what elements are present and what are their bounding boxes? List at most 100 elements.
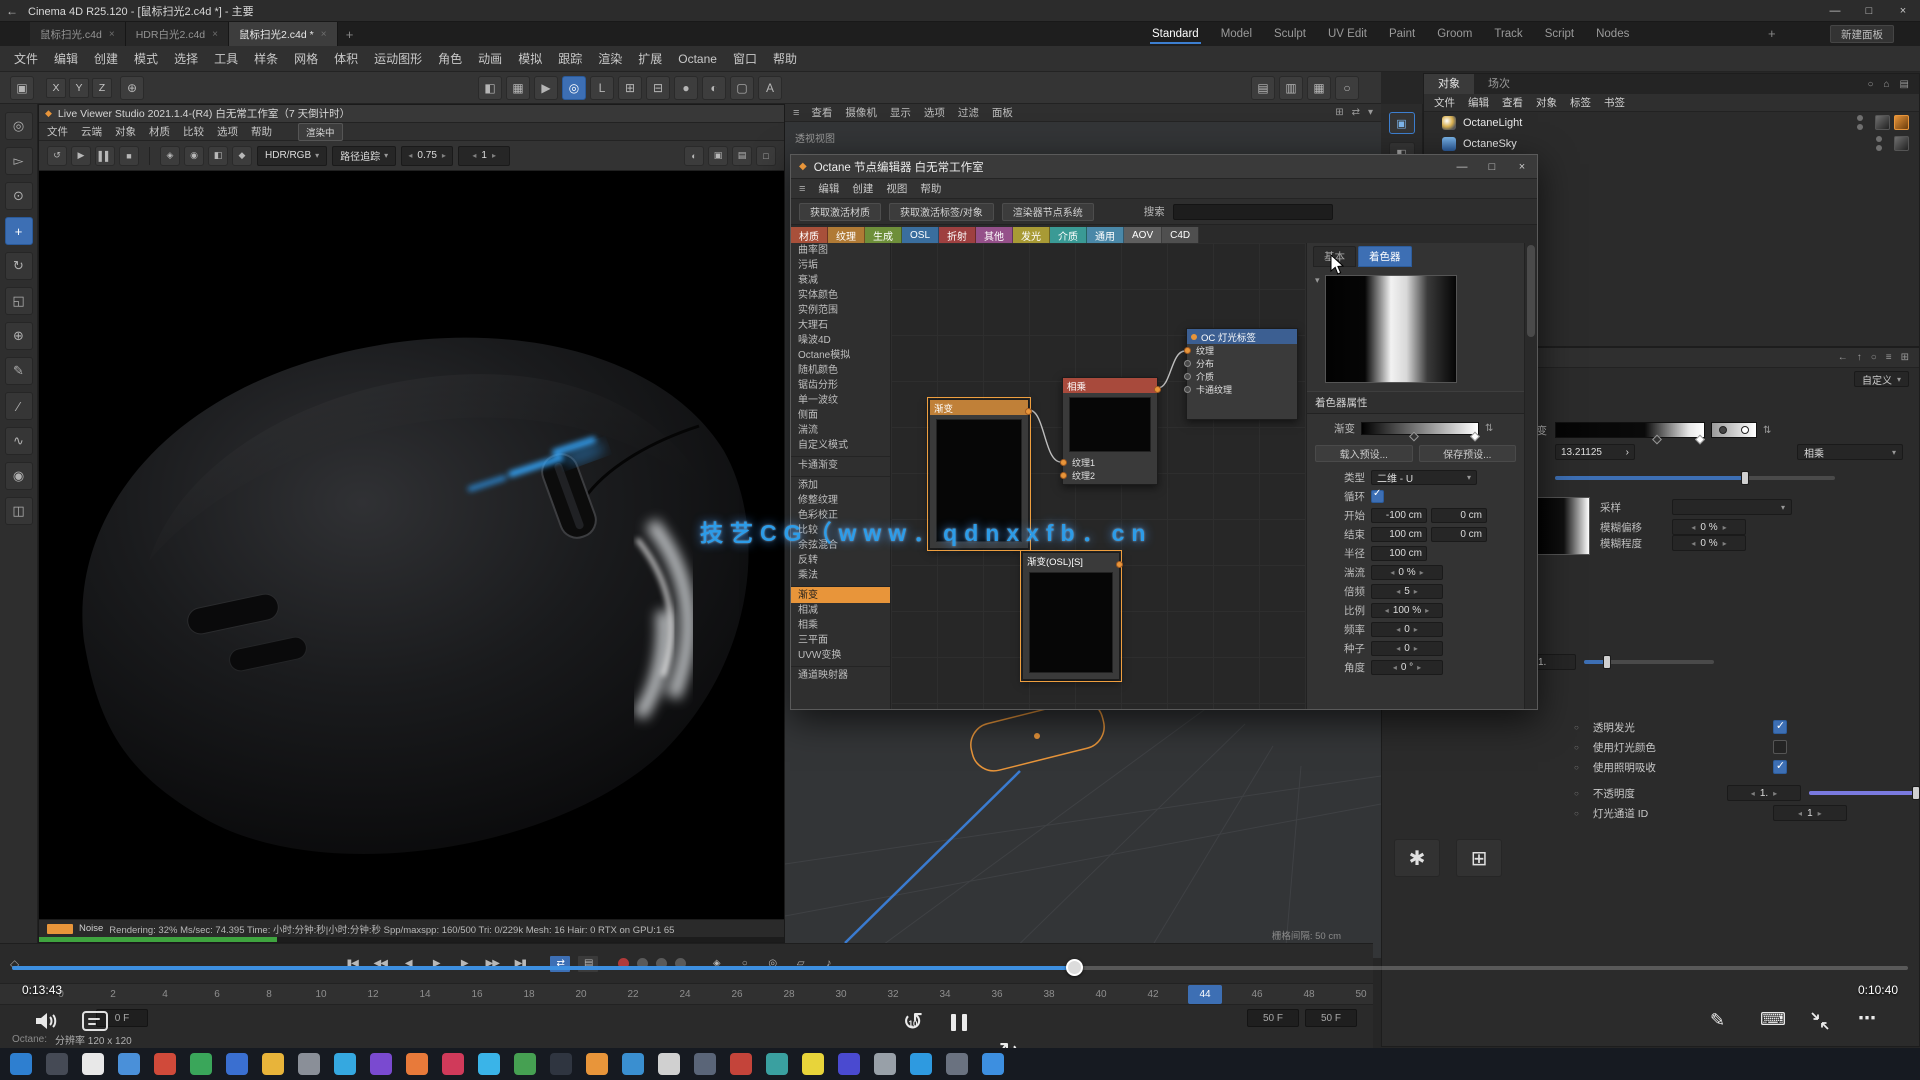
workspace-tab[interactable]: UV Edit xyxy=(1326,25,1369,43)
keyboard-shortcuts-button[interactable]: ⌨ xyxy=(1760,1009,1786,1030)
video-progress-knob[interactable] xyxy=(1066,959,1083,976)
timeline-ruler[interactable]: 0246810121416182022242628303234363840424… xyxy=(0,983,1373,1005)
mix-slider[interactable] xyxy=(1584,660,1714,664)
node-category-tab[interactable]: 发光 xyxy=(1013,227,1050,243)
blend-mode-dropdown[interactable]: 相乘 xyxy=(1797,444,1903,460)
node-type-item[interactable]: 渐变 xyxy=(791,586,890,603)
node-type-item[interactable]: 曲率图 xyxy=(791,243,890,258)
node-search-input[interactable] xyxy=(1173,204,1333,220)
om-menu-item[interactable]: 文件 xyxy=(1434,95,1455,110)
om-menu-item[interactable]: 书签 xyxy=(1604,95,1625,110)
node-type-item[interactable]: 随机颜色 xyxy=(791,363,890,378)
node-type-item[interactable]: 噪波4D xyxy=(791,333,890,348)
live-select-tool[interactable]: ◎ xyxy=(5,112,33,140)
ne-menu-item[interactable]: 帮助 xyxy=(920,181,941,196)
gradient-knot-controls[interactable] xyxy=(1711,422,1757,438)
node-setup-icon[interactable]: ⊞ xyxy=(1456,839,1502,877)
object-name[interactable]: OctaneLight xyxy=(1463,117,1522,129)
axis-lock-button[interactable]: Y xyxy=(69,78,89,98)
taskbar-app-icon[interactable] xyxy=(478,1053,500,1075)
param-field[interactable]: 100 cm xyxy=(1371,546,1427,561)
close-tab-icon[interactable]: × xyxy=(109,29,115,40)
preview-collapse-icon[interactable]: ▾ xyxy=(1315,275,1320,383)
node-category-tab[interactable]: 材质 xyxy=(791,227,828,243)
panel-gradient-icons[interactable]: ⇅ xyxy=(1485,423,1493,434)
param-stepper[interactable]: 100 % xyxy=(1371,603,1443,618)
am-preset-dropdown[interactable]: 自定义 xyxy=(1854,371,1909,387)
graph-node[interactable]: 渐变(OSL)[S] xyxy=(1022,552,1120,680)
node-output-port[interactable] xyxy=(1154,386,1161,393)
taskbar-app-icon[interactable] xyxy=(190,1053,212,1075)
param-fields[interactable]: 100 cm xyxy=(1371,546,1427,561)
lv-menu-item[interactable]: 材质 xyxy=(149,124,170,139)
node-type-item[interactable]: Octane模拟 xyxy=(791,348,890,363)
node-type-item[interactable]: 修整纹理 xyxy=(791,493,890,508)
spline-pen-tool[interactable]: ∿ xyxy=(5,427,33,455)
toggle-checkbox[interactable] xyxy=(1773,720,1787,734)
camera-button[interactable]: ▢ xyxy=(730,76,754,100)
node-category-tab[interactable]: 介质 xyxy=(1050,227,1087,243)
lock-resolution-button[interactable]: ◈ xyxy=(160,146,180,166)
subtitle-button[interactable] xyxy=(82,1011,108,1031)
lv-menu-item[interactable]: 比较 xyxy=(183,124,204,139)
viewport-layout-icon[interactable]: ▣ xyxy=(10,76,34,100)
node-type-item[interactable]: 锯齿分形 xyxy=(791,378,890,393)
display-mode-dropdown[interactable]: HDR/RGB xyxy=(257,146,327,166)
menu-item[interactable]: 窗口 xyxy=(733,50,757,67)
taskbar-app-icon[interactable] xyxy=(586,1053,608,1075)
node-type-item[interactable]: 实体颜色 xyxy=(791,288,890,303)
visibility-dots[interactable] xyxy=(1857,115,1863,130)
panel-gradient-editor[interactable] xyxy=(1361,422,1479,435)
om-menu-item[interactable]: 编辑 xyxy=(1468,95,1489,110)
light-function-icon[interactable]: ✱ xyxy=(1394,839,1440,877)
toggle-checkbox[interactable] xyxy=(1773,740,1787,754)
taskbar-app-icon[interactable] xyxy=(622,1053,644,1075)
knife-tool[interactable]: ∕ xyxy=(5,392,33,420)
axis-tool[interactable]: ⊕ xyxy=(5,322,33,350)
taskbar-app-icon[interactable] xyxy=(154,1053,176,1075)
close-tab-icon[interactable]: × xyxy=(212,29,218,40)
node-type-item[interactable]: UVW变换 xyxy=(791,648,890,663)
ne-menu-item[interactable]: 创建 xyxy=(852,181,873,196)
opacity-slider[interactable] xyxy=(1809,791,1919,795)
mirror-tool[interactable]: ◫ xyxy=(5,497,33,525)
taskbar-app-icon[interactable] xyxy=(910,1053,932,1075)
workspace-tab[interactable]: Script xyxy=(1543,25,1576,43)
material-panel-icon[interactable]: ▥ xyxy=(1279,76,1303,100)
param-checkbox[interactable] xyxy=(1371,490,1384,503)
preset-button[interactable]: 保存预设... xyxy=(1419,445,1517,462)
taskbar-app-icon[interactable] xyxy=(730,1053,752,1075)
compare-button[interactable]: ◐ xyxy=(684,146,704,166)
menu-item[interactable]: 网格 xyxy=(294,50,318,67)
graph-node[interactable]: 相乘纹理1纹理2 xyxy=(1062,377,1158,485)
ne-maximize-button[interactable]: □ xyxy=(1477,155,1507,179)
node-input-port[interactable]: 介质 xyxy=(1187,370,1297,383)
node-input-port[interactable]: 纹理 xyxy=(1187,344,1297,357)
om-home-icon[interactable]: ⌂ xyxy=(1884,79,1890,90)
node-type-item[interactable]: 污垢 xyxy=(791,258,890,273)
am-header-icon[interactable]: ↑ xyxy=(1857,352,1862,363)
taskbar-app-icon[interactable] xyxy=(442,1053,464,1075)
taskbar-app-icon[interactable] xyxy=(514,1053,536,1075)
document-tab[interactable]: HDR白光2.c4d × xyxy=(126,22,229,46)
node-type-item[interactable]: 通道映射器 xyxy=(791,666,890,683)
minimize-button[interactable]: — xyxy=(1818,0,1852,22)
taskbar-app-icon[interactable] xyxy=(550,1053,572,1075)
node-input-port[interactable]: 卡通纹理 xyxy=(1187,383,1297,396)
toggle-checkbox[interactable] xyxy=(1773,760,1787,774)
taskbar-app-icon[interactable] xyxy=(298,1053,320,1075)
taskbar-app-icon[interactable] xyxy=(874,1053,896,1075)
menu-item[interactable]: 帮助 xyxy=(773,50,797,67)
menu-item[interactable]: 动画 xyxy=(478,50,502,67)
workspace-tab[interactable]: Track xyxy=(1492,25,1524,43)
om-search-icon[interactable]: ○ xyxy=(1867,79,1873,90)
ne-action-button[interactable]: 获取激活标签/对象 xyxy=(889,203,994,221)
menu-item[interactable]: 模拟 xyxy=(518,50,542,67)
volume-button[interactable] xyxy=(34,1010,60,1032)
stop-render-button[interactable]: ■ xyxy=(119,146,139,166)
menu-item[interactable]: 工具 xyxy=(214,50,238,67)
taskbar-app-icon[interactable] xyxy=(694,1053,716,1075)
coordinate-system-icon[interactable]: ⊕ xyxy=(120,76,144,100)
node-type-item[interactable]: 大理石 xyxy=(791,318,890,333)
am-header-icon[interactable]: ← xyxy=(1838,352,1848,363)
